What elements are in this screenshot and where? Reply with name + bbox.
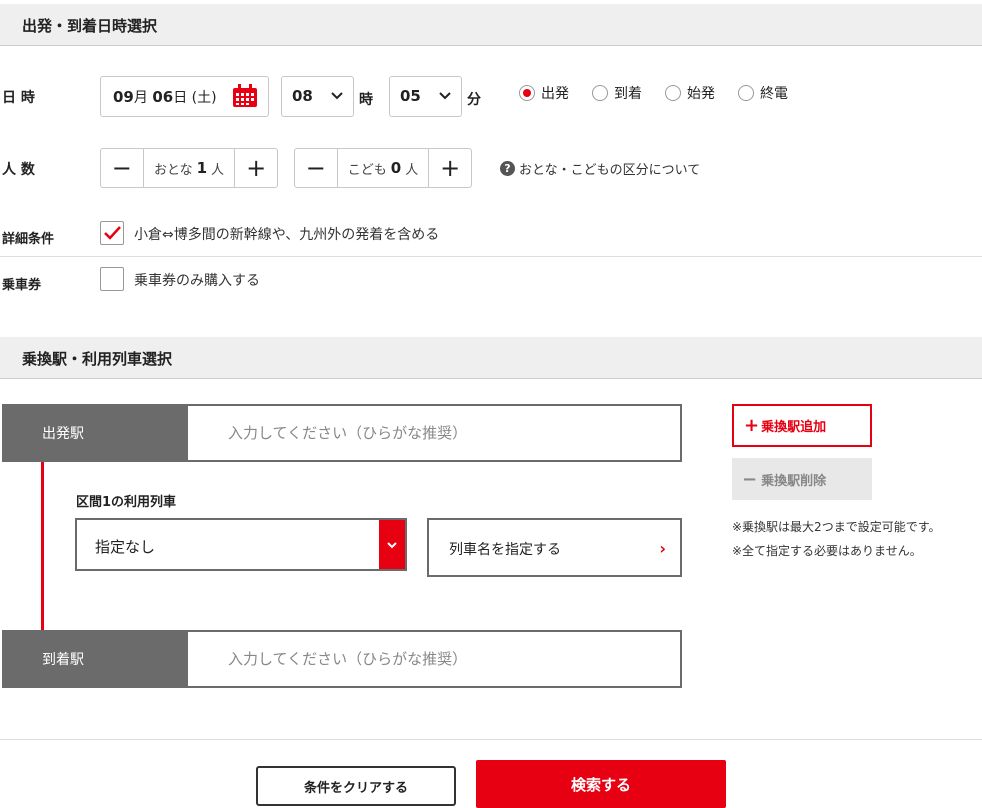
child-plus-button[interactable]: +: [429, 149, 471, 187]
remove-transfer-label: 乗換駅削除: [761, 473, 827, 489]
passengers-label: 人 数: [2, 162, 35, 178]
search-button[interactable]: 検索する: [476, 760, 726, 808]
minute-unit: 分: [467, 92, 481, 108]
age-category-help-link[interactable]: ? おとな・こどもの区分について: [500, 159, 700, 178]
chevron-down-icon: [331, 92, 343, 100]
section-title: 乗換駅・利用列車選択: [22, 350, 173, 368]
radio-label: 終電: [760, 86, 788, 102]
child-count-display: こども 0 人: [336, 149, 430, 187]
transfer-note: ※乗換駅は最大2つまで設定可能です。: [732, 520, 941, 534]
calendar-icon[interactable]: [232, 84, 258, 108]
date-picker[interactable]: 09月 06日 (土): [100, 76, 269, 117]
hour-unit: 時: [359, 92, 373, 108]
divider: [0, 256, 982, 257]
add-transfer-label: 乗換駅追加: [761, 420, 827, 435]
departure-station-input[interactable]: [188, 406, 680, 460]
child-minus-button[interactable]: −: [295, 149, 337, 187]
chevron-right-icon: ›: [659, 539, 666, 558]
ticket-label: 乗車券: [2, 278, 42, 293]
adult-count: 1: [196, 159, 208, 177]
adult-minus-button[interactable]: −: [101, 149, 143, 187]
arrival-station-field: 到着駅: [2, 630, 682, 688]
arrival-station-label: 到着駅: [4, 632, 188, 686]
add-transfer-button[interactable]: + 乗換駅追加: [732, 404, 872, 447]
help-text: おとな・こどもの区分について: [519, 163, 701, 178]
route-line: [41, 462, 44, 632]
radio-label: 出発: [541, 86, 569, 102]
radio-dot[interactable]: [519, 85, 535, 101]
specify-train-name-button[interactable]: 列車名を指定する ›: [427, 518, 682, 577]
date-display: 09月 06日 (土): [113, 88, 217, 106]
radio-label: 到着: [614, 86, 642, 102]
details-option-label: 小倉⇔博多間の新幹線や、九州外の発着を含める: [134, 227, 440, 243]
minus-icon: −: [742, 468, 758, 490]
adult-plus-button[interactable]: +: [235, 149, 277, 187]
departure-station-field: 出発駅: [2, 404, 682, 462]
hour-value: 08: [292, 87, 313, 105]
adult-count-display: おとな 1 人: [142, 149, 236, 187]
train-select[interactable]: 指定なし: [75, 518, 407, 571]
arrival-station-input[interactable]: [188, 632, 680, 686]
radio-label: 始発: [687, 86, 715, 102]
section-header-datetime: 出発・到着日時選択: [0, 4, 982, 46]
chevron-down-icon: [387, 541, 397, 548]
minute-select[interactable]: 05: [389, 76, 462, 117]
checkmark-icon: [104, 226, 121, 240]
child-count: 0: [390, 159, 402, 177]
segment-train-label: 区間1の利用列車: [76, 495, 177, 510]
radio-last-train[interactable]: 終電: [738, 83, 788, 103]
train-select-value: 指定なし: [95, 538, 156, 556]
child-stepper: − こども 0 人 +: [294, 148, 472, 188]
divider: [0, 739, 982, 740]
radio-dot[interactable]: [738, 85, 754, 101]
clear-conditions-button[interactable]: 条件をクリアする: [256, 766, 456, 806]
minute-value: 05: [400, 87, 421, 105]
section-title: 出発・到着日時選択: [22, 17, 158, 35]
radio-first-train[interactable]: 始発: [665, 83, 715, 103]
ticket-only-checkbox[interactable]: [100, 267, 124, 291]
radio-dot[interactable]: [665, 85, 681, 101]
chevron-down-icon: [439, 92, 451, 100]
departure-station-label: 出発駅: [4, 406, 188, 460]
transfer-note: ※全て指定する必要はありません。: [732, 544, 922, 558]
hour-select[interactable]: 08: [281, 76, 354, 117]
radio-dot[interactable]: [592, 85, 608, 101]
datetime-label: 日 時: [2, 90, 35, 106]
details-checkbox[interactable]: [100, 221, 124, 245]
remove-transfer-button[interactable]: − 乗換駅削除: [732, 458, 872, 500]
radio-arrival[interactable]: 到着: [592, 83, 642, 103]
radio-departure[interactable]: 出発: [519, 83, 569, 103]
plus-icon: +: [744, 415, 760, 436]
adult-stepper: − おとな 1 人 +: [100, 148, 278, 188]
details-label: 詳細条件: [2, 232, 55, 247]
section-header-route: 乗換駅・利用列車選択: [0, 337, 982, 379]
ticket-option-label: 乗車券のみ購入する: [134, 273, 260, 289]
select-arrow: [379, 520, 405, 569]
question-icon: ?: [500, 161, 515, 176]
specify-train-name-label: 列車名を指定する: [449, 542, 561, 558]
